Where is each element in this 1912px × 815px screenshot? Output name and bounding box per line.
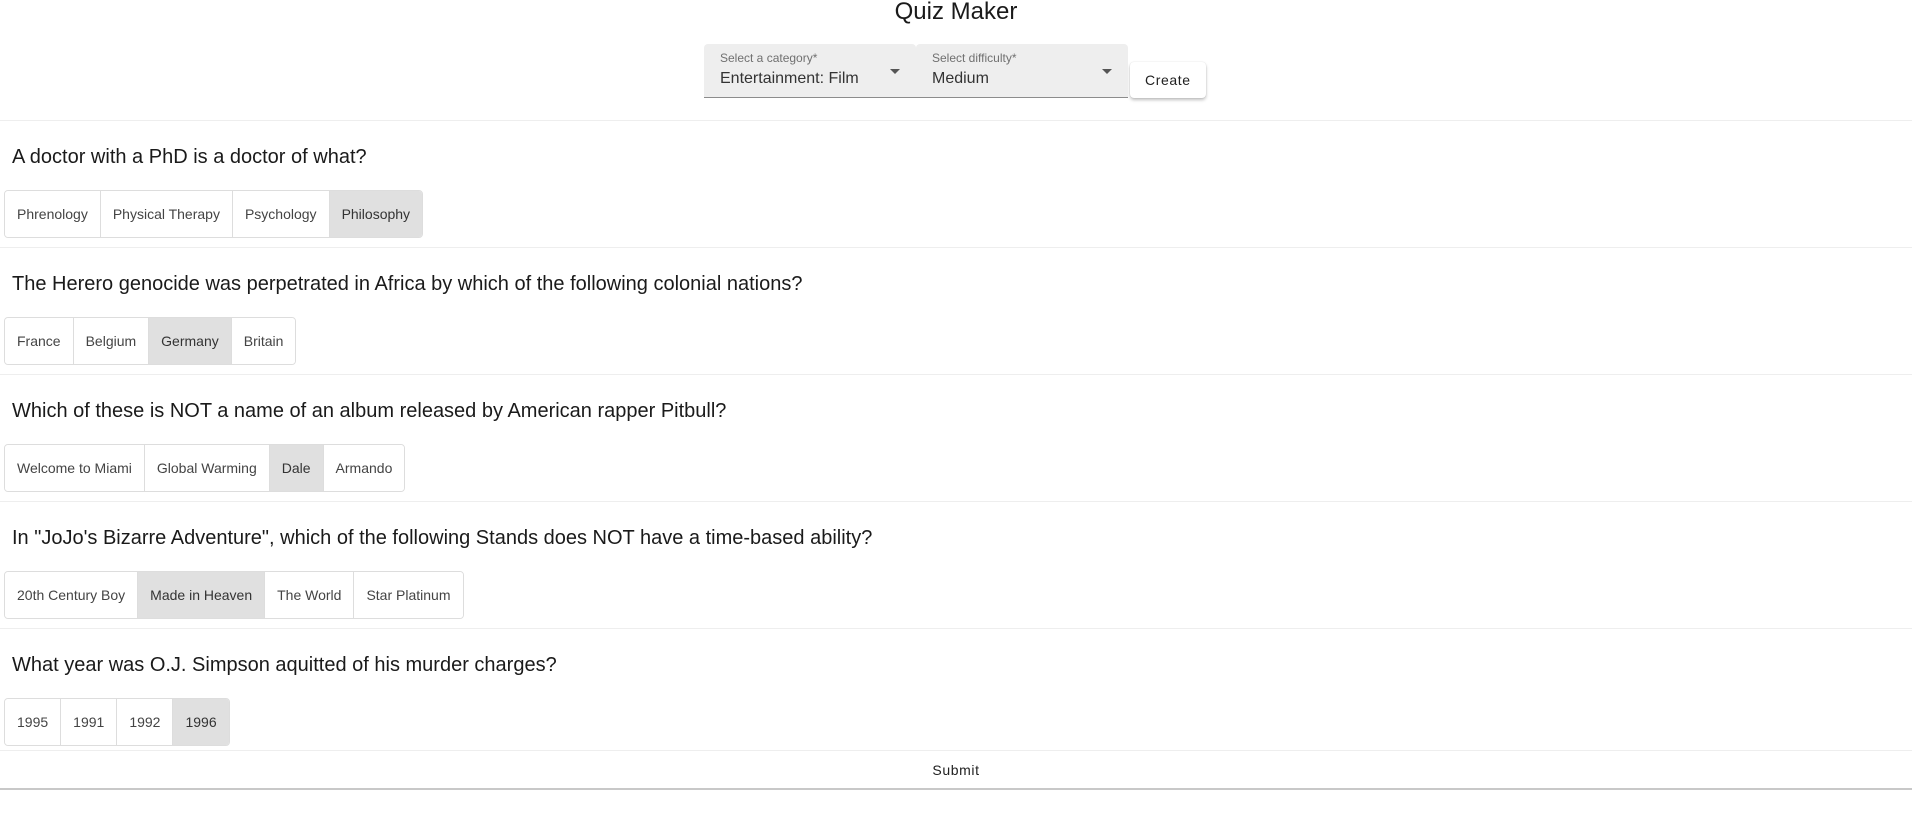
answer-option[interactable]: France <box>5 318 74 364</box>
answer-option[interactable]: Armando <box>323 445 405 491</box>
answer-option[interactable]: Star Platinum <box>354 572 463 618</box>
answer-option[interactable]: Belgium <box>73 318 150 364</box>
answer-option[interactable]: 1992 <box>117 699 174 745</box>
category-select-value: Entertainment: Film <box>720 70 859 87</box>
quiz-toolbar: Select a category* Entertainment: Film S… <box>704 44 1206 99</box>
question-block: A doctor with a PhD is a doctor of what?… <box>0 120 1912 247</box>
answer-option[interactable]: Welcome to Miami <box>5 445 145 491</box>
question-text: A doctor with a PhD is a doctor of what? <box>12 146 367 168</box>
question-block: Which of these is NOT a name of an album… <box>0 374 1912 501</box>
page-title: Quiz Maker <box>894 0 1018 25</box>
answer-option[interactable]: Germany <box>149 318 232 364</box>
answer-toggle-group: France Belgium Germany Britain <box>4 317 297 365</box>
answer-option[interactable]: 1996 <box>173 699 229 745</box>
question-text: In "JoJo's Bizarre Adventure", which of … <box>12 527 873 549</box>
answer-option[interactable]: 1995 <box>5 699 62 745</box>
answer-toggle-group: Welcome to Miami Global Warming Dale Armand… <box>4 444 406 492</box>
answer-option[interactable]: Physical Therapy <box>100 191 233 237</box>
answer-option[interactable]: Global Warming <box>144 445 270 491</box>
category-select-label: Select a category* <box>720 51 818 65</box>
answer-toggle-group: Phrenology Physical Therapy Psychology Phil… <box>4 190 424 238</box>
question-list: A doctor with a PhD is a doctor of what?… <box>0 120 1912 755</box>
question-block: The Herero genocide was perpetrated in A… <box>0 247 1912 374</box>
quiz-maker-app: Quiz Maker Select a category* Entertainm… <box>0 0 1912 815</box>
difficulty-select-label: Select difficulty* <box>932 51 1017 65</box>
submit-button[interactable]: Submit <box>916 756 995 784</box>
question-block: What year was O.J. Simpson aquitted of h… <box>0 628 1912 755</box>
difficulty-select[interactable]: Select difficulty* Medium <box>916 44 1128 98</box>
answer-toggle-group: 1995 1991 1992 1996 <box>4 698 230 746</box>
answer-toggle-group: 20th Century Boy Made in Heaven The World S… <box>4 571 464 619</box>
create-button[interactable]: Create <box>1130 62 1206 98</box>
answer-option[interactable]: Philosophy <box>329 191 423 237</box>
answer-option[interactable]: Psychology <box>232 191 330 237</box>
answer-option[interactable]: 20th Century Boy <box>5 572 139 618</box>
answer-option[interactable]: 1991 <box>61 699 118 745</box>
answer-option[interactable]: Britain <box>231 318 296 364</box>
difficulty-select-value: Medium <box>932 70 989 87</box>
chevron-down-icon[interactable] <box>1102 69 1112 74</box>
answer-option[interactable]: Phrenology <box>5 191 101 237</box>
question-text: The Herero genocide was perpetrated in A… <box>12 273 803 295</box>
question-text: What year was O.J. Simpson aquitted of h… <box>12 654 557 676</box>
question-text: Which of these is NOT a name of an album… <box>12 400 727 422</box>
category-select[interactable]: Select a category* Entertainment: Film <box>704 44 916 98</box>
submit-bar: Submit <box>0 750 1912 790</box>
answer-option[interactable]: The World <box>265 572 355 618</box>
answer-option[interactable]: Made in Heaven <box>138 572 266 618</box>
chevron-down-icon[interactable] <box>890 69 900 74</box>
answer-option[interactable]: Dale <box>269 445 324 491</box>
question-block: In "JoJo's Bizarre Adventure", which of … <box>0 501 1912 628</box>
